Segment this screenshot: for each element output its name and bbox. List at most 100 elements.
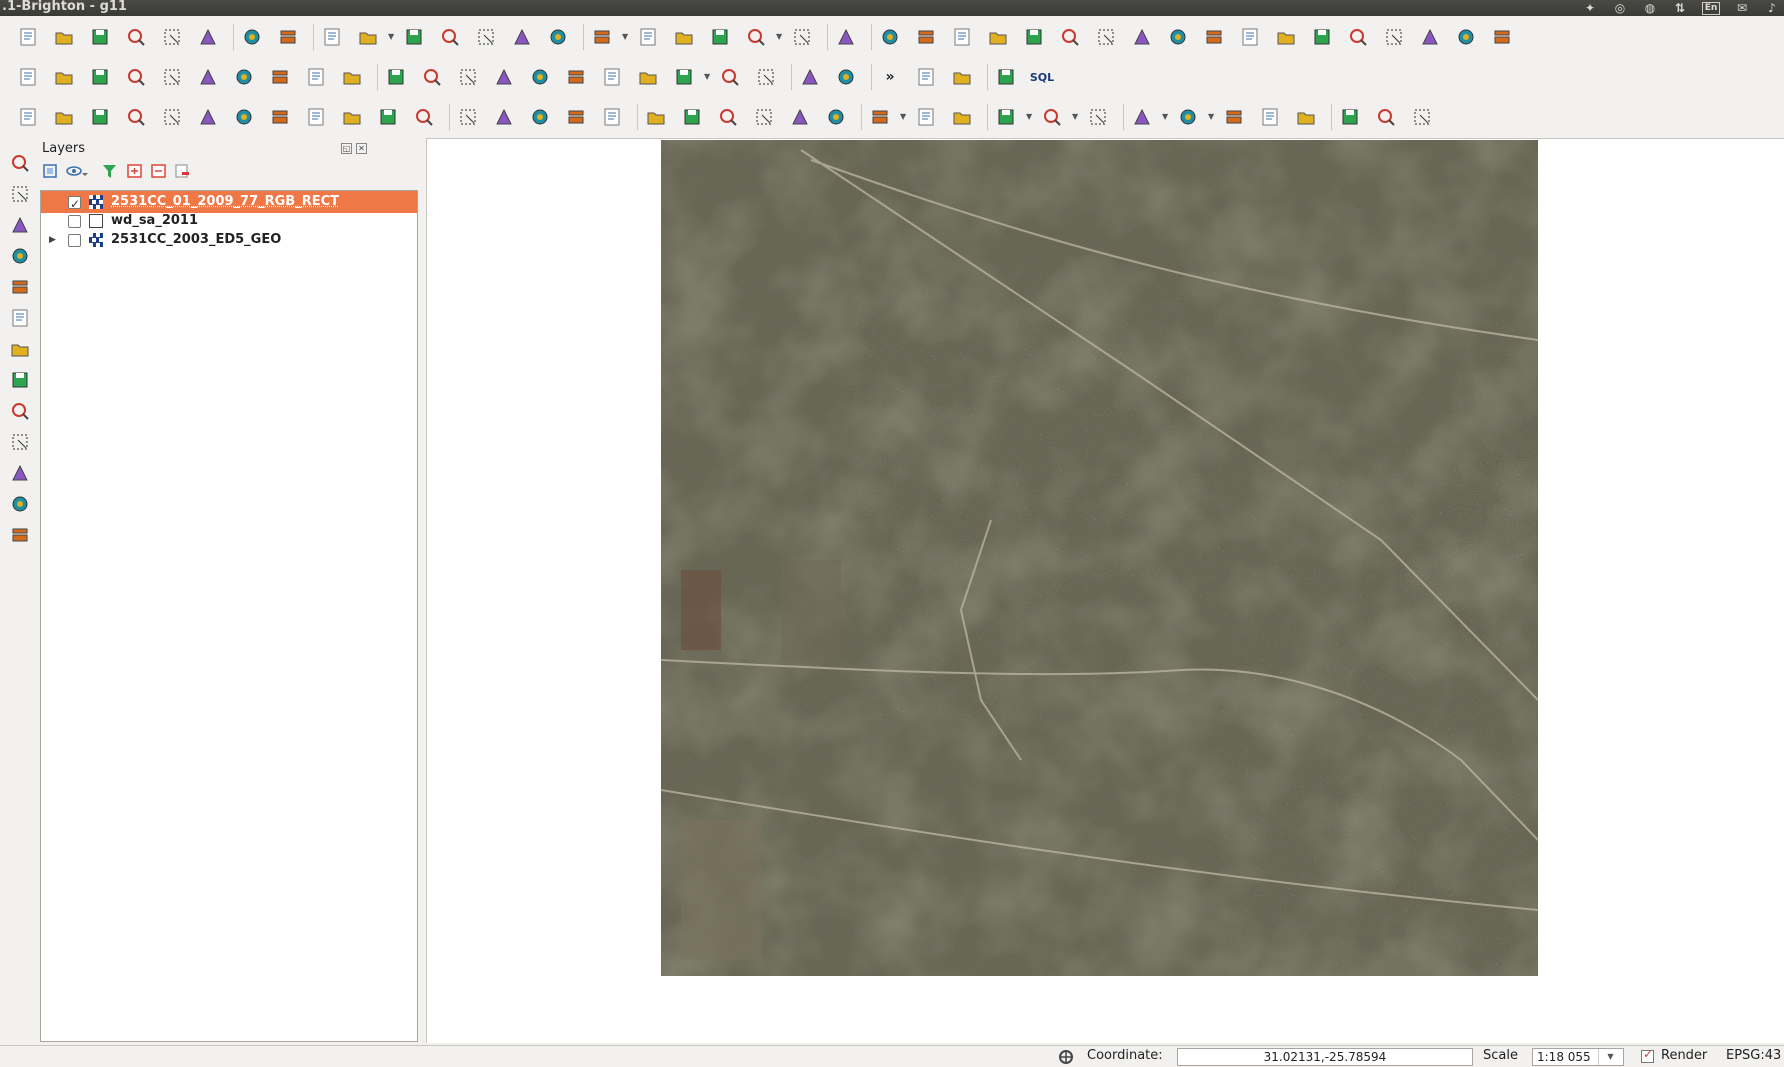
delete-part-button[interactable] [1257, 104, 1283, 130]
reshape-features-button[interactable] [1085, 104, 1111, 130]
composer-manager-button[interactable] [195, 24, 221, 50]
interpolation-button[interactable] [1273, 24, 1299, 50]
scale-dropdown-arrow[interactable]: ▼ [1598, 1049, 1622, 1065]
layer-visibility-checkbox[interactable] [68, 193, 81, 215]
add-postgis-button[interactable] [527, 64, 553, 90]
cad-tool-button[interactable] [715, 104, 741, 130]
georeferencer-button[interactable] [789, 24, 815, 50]
increase-brightness-button[interactable] [159, 104, 185, 130]
deselect-button[interactable] [437, 24, 463, 50]
open-attribute-table-button[interactable] [509, 24, 535, 50]
refresh-button[interactable] [7, 522, 33, 548]
histogram-button[interactable] [15, 104, 41, 130]
collapse-all-icon[interactable] [151, 164, 166, 178]
map-grid-button[interactable] [913, 24, 939, 50]
gps-location-button[interactable] [823, 104, 849, 130]
zoom-actual-button[interactable] [7, 336, 33, 362]
mail-icon[interactable]: ✉ [1734, 1, 1750, 15]
coordinate-toggle-icon[interactable] [1058, 1049, 1074, 1065]
layer-symbol-button[interactable] [867, 104, 893, 130]
convert-button[interactable] [1417, 24, 1443, 50]
render-checkbox[interactable]: ✓ [1641, 1047, 1654, 1063]
add-wcs-button[interactable] [635, 64, 661, 90]
map-tips-button[interactable] [7, 181, 33, 207]
zoom-in-button[interactable] [7, 274, 33, 300]
save-as-button[interactable] [123, 24, 149, 50]
add-feature-text-button[interactable] [671, 24, 697, 50]
float-panel-button[interactable]: ◱ [341, 143, 352, 154]
layer-visibility-checkbox[interactable] [68, 234, 81, 247]
save-edits-button[interactable] [87, 64, 113, 90]
offset-curve-button[interactable] [949, 104, 975, 130]
update-icon[interactable]: ◎ [1612, 1, 1628, 15]
snapping-button[interactable] [787, 104, 813, 130]
zoom-out-button[interactable] [7, 305, 33, 331]
add-wfs-dropdown-arrow[interactable]: ▼ [704, 64, 710, 90]
label-settings-button[interactable] [833, 64, 859, 90]
delete-ring-dropdown-arrow[interactable]: ▼ [1208, 104, 1214, 130]
move-label-button[interactable] [563, 104, 589, 130]
merge-attributes-button[interactable] [1373, 104, 1399, 130]
select-area-button[interactable] [1409, 104, 1435, 130]
processing-toolbox-button[interactable] [877, 24, 903, 50]
volume-icon[interactable]: ♪ [1764, 1, 1780, 15]
raster-info-button[interactable] [375, 104, 401, 130]
decrease-brightness-button[interactable] [195, 104, 221, 130]
delete-ring-button[interactable] [1175, 104, 1201, 130]
zoom-layer-button[interactable] [7, 398, 33, 424]
node-tool-button[interactable] [195, 64, 221, 90]
identify-button[interactable] [319, 24, 345, 50]
field-calculator-button[interactable] [545, 24, 571, 50]
v-tool-button[interactable] [1337, 104, 1363, 130]
copy-features-button[interactable] [303, 64, 329, 90]
layer-row-2531CC_2003_ED5_GEO[interactable]: ▶ 2531CC_2003_ED5_GEO [41, 229, 417, 251]
cut-features-button[interactable] [267, 64, 293, 90]
more-button[interactable]: » [877, 64, 903, 90]
close-panel-button[interactable]: ✕ [356, 143, 367, 154]
pan-tool-button[interactable] [7, 212, 33, 238]
grass-tools-button[interactable] [833, 24, 859, 50]
measure-angle-button[interactable] [751, 104, 777, 130]
fill-ring-button[interactable] [1129, 104, 1155, 130]
zoom-to-selection-button[interactable] [355, 24, 381, 50]
merge-features-dropdown-arrow[interactable]: ▼ [1072, 104, 1078, 130]
spatial-query-button[interactable] [1381, 24, 1407, 50]
network-icon[interactable]: ⇅ [1672, 1, 1688, 15]
rotate-point-button[interactable] [1293, 104, 1319, 130]
expand-arrow-icon[interactable]: ▶ [49, 229, 56, 251]
add-wms-button[interactable] [599, 64, 625, 90]
add-spatialite-button[interactable] [563, 64, 589, 90]
chat-icon[interactable]: ◍ [1642, 1, 1658, 15]
new-print-composer-button[interactable] [159, 24, 185, 50]
digitize-button[interactable] [1489, 24, 1515, 50]
statistics-button[interactable] [1345, 24, 1371, 50]
label-tool-button[interactable] [797, 64, 823, 90]
raster-statistics-button[interactable] [339, 104, 365, 130]
filter-legend-icon[interactable] [103, 165, 116, 178]
increase-contrast-button[interactable] [231, 104, 257, 130]
keyboard-language-indicator[interactable]: En [1702, 1, 1720, 15]
measure-line-button[interactable] [589, 24, 615, 50]
hide-label-button[interactable] [527, 104, 553, 130]
zoom-next-button[interactable] [7, 460, 33, 486]
color-table-button[interactable] [1057, 24, 1083, 50]
move-feature-button[interactable] [159, 64, 185, 90]
text-annotation-dropdown-arrow[interactable]: ▼ [776, 24, 782, 50]
add-feature-picture-button[interactable] [707, 24, 733, 50]
expand-all-icon[interactable] [127, 164, 142, 178]
db-manager-button[interactable] [993, 64, 1019, 90]
python-console-button[interactable] [949, 24, 975, 50]
layer-symbol-dropdown-arrow[interactable]: ▼ [900, 104, 906, 130]
layer-visibility-checkbox[interactable] [68, 215, 81, 228]
rotate-feature-button[interactable] [599, 104, 625, 130]
raster-calc-button[interactable] [1309, 24, 1335, 50]
topology-button[interactable] [1201, 24, 1227, 50]
pin-label-button[interactable] [491, 104, 517, 130]
split-features-button[interactable] [993, 104, 1019, 130]
current-edits-button[interactable] [51, 64, 77, 90]
remove-layer-icon[interactable] [175, 164, 189, 178]
add-plugin-button[interactable] [1453, 24, 1479, 50]
cumulative-cut-button[interactable] [123, 104, 149, 130]
paste-features-button[interactable] [339, 64, 365, 90]
map-canvas[interactable] [426, 138, 1784, 1043]
